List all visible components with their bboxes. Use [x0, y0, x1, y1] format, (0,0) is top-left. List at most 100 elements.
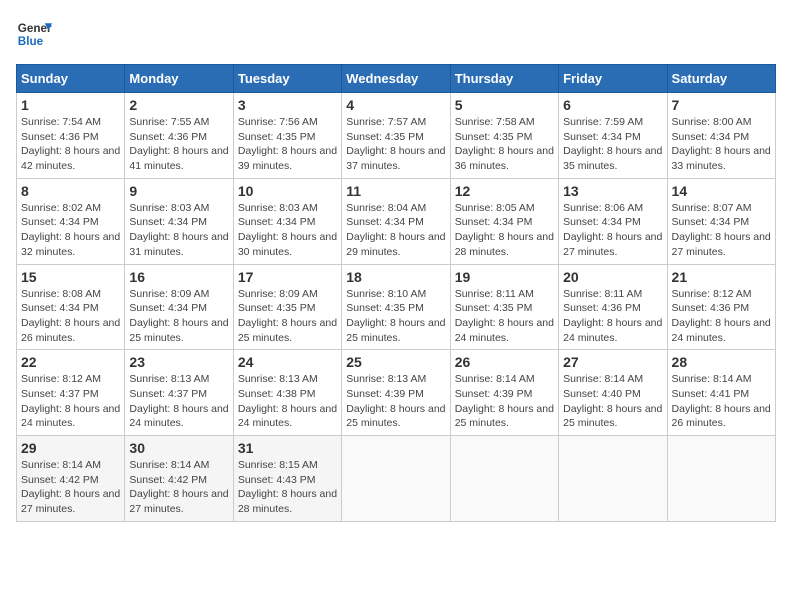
- calendar-day-header: Saturday: [667, 65, 775, 93]
- day-info: Sunrise: 8:03 AMSunset: 4:34 PMDaylight:…: [129, 201, 228, 260]
- day-info: Sunrise: 8:12 AMSunset: 4:37 PMDaylight:…: [21, 372, 120, 431]
- calendar-cell: 28 Sunrise: 8:14 AMSunset: 4:41 PMDayligh…: [667, 350, 775, 436]
- day-info: Sunrise: 8:07 AMSunset: 4:34 PMDaylight:…: [672, 201, 771, 260]
- day-info: Sunrise: 8:13 AMSunset: 4:38 PMDaylight:…: [238, 372, 337, 431]
- day-info: Sunrise: 8:14 AMSunset: 4:40 PMDaylight:…: [563, 372, 662, 431]
- day-number: 17: [238, 269, 337, 285]
- day-number: 2: [129, 97, 228, 113]
- calendar-week-row: 1 Sunrise: 7:54 AMSunset: 4:36 PMDaylight…: [17, 93, 776, 179]
- day-number: 20: [563, 269, 662, 285]
- day-number: 7: [672, 97, 771, 113]
- day-number: 26: [455, 354, 554, 370]
- day-number: 5: [455, 97, 554, 113]
- day-info: Sunrise: 7:54 AMSunset: 4:36 PMDaylight:…: [21, 115, 120, 174]
- day-number: 14: [672, 183, 771, 199]
- calendar-cell: 1 Sunrise: 7:54 AMSunset: 4:36 PMDaylight…: [17, 93, 125, 179]
- calendar-cell: [559, 436, 667, 522]
- calendar-cell: 4 Sunrise: 7:57 AMSunset: 4:35 PMDaylight…: [342, 93, 450, 179]
- day-info: Sunrise: 8:11 AMSunset: 4:35 PMDaylight:…: [455, 287, 554, 346]
- day-info: Sunrise: 8:14 AMSunset: 4:42 PMDaylight:…: [129, 458, 228, 517]
- page-header: General Blue: [16, 16, 776, 52]
- calendar-cell: 27 Sunrise: 8:14 AMSunset: 4:40 PMDayligh…: [559, 350, 667, 436]
- day-number: 30: [129, 440, 228, 456]
- day-number: 15: [21, 269, 120, 285]
- calendar-cell: 24Sunrise: 8:13 AMSunset: 4:38 PMDayligh…: [233, 350, 341, 436]
- day-info: Sunrise: 8:11 AMSunset: 4:36 PMDaylight:…: [563, 287, 662, 346]
- calendar-header-row: SundayMondayTuesdayWednesdayThursdayFrid…: [17, 65, 776, 93]
- day-info: Sunrise: 8:15 AMSunset: 4:43 PMDaylight:…: [238, 458, 337, 517]
- calendar-cell: 29 Sunrise: 8:14 AMSunset: 4:42 PMDayligh…: [17, 436, 125, 522]
- day-info: Sunrise: 8:12 AMSunset: 4:36 PMDaylight:…: [672, 287, 771, 346]
- calendar-cell: 30 Sunrise: 8:14 AMSunset: 4:42 PMDayligh…: [125, 436, 233, 522]
- calendar-cell: 13 Sunrise: 8:06 AMSunset: 4:34 PMDayligh…: [559, 178, 667, 264]
- calendar-week-row: 15 Sunrise: 8:08 AMSunset: 4:34 PMDayligh…: [17, 264, 776, 350]
- day-info: Sunrise: 8:03 AMSunset: 4:34 PMDaylight:…: [238, 201, 337, 260]
- day-info: Sunrise: 7:57 AMSunset: 4:35 PMDaylight:…: [346, 115, 445, 174]
- calendar-cell: [450, 436, 558, 522]
- day-info: Sunrise: 7:58 AMSunset: 4:35 PMDaylight:…: [455, 115, 554, 174]
- calendar-cell: 20 Sunrise: 8:11 AMSunset: 4:36 PMDayligh…: [559, 264, 667, 350]
- day-number: 4: [346, 97, 445, 113]
- calendar-cell: 14 Sunrise: 8:07 AMSunset: 4:34 PMDayligh…: [667, 178, 775, 264]
- calendar-cell: 15 Sunrise: 8:08 AMSunset: 4:34 PMDayligh…: [17, 264, 125, 350]
- day-number: 6: [563, 97, 662, 113]
- day-info: Sunrise: 8:05 AMSunset: 4:34 PMDaylight:…: [455, 201, 554, 260]
- calendar-cell: 7 Sunrise: 8:00 AMSunset: 4:34 PMDaylight…: [667, 93, 775, 179]
- calendar-cell: 10 Sunrise: 8:03 AMSunset: 4:34 PMDayligh…: [233, 178, 341, 264]
- day-info: Sunrise: 8:09 AMSunset: 4:35 PMDaylight:…: [238, 287, 337, 346]
- day-number: 11: [346, 183, 445, 199]
- calendar-day-header: Tuesday: [233, 65, 341, 93]
- calendar-cell: 11 Sunrise: 8:04 AMSunset: 4:34 PMDayligh…: [342, 178, 450, 264]
- calendar-cell: 23Sunrise: 8:13 AMSunset: 4:37 PMDayligh…: [125, 350, 233, 436]
- day-number: 21: [672, 269, 771, 285]
- day-info: Sunrise: 8:14 AMSunset: 4:41 PMDaylight:…: [672, 372, 771, 431]
- day-info: Sunrise: 7:56 AMSunset: 4:35 PMDaylight:…: [238, 115, 337, 174]
- calendar-cell: [667, 436, 775, 522]
- calendar-cell: 6Sunrise: 7:59 AMSunset: 4:34 PMDaylight…: [559, 93, 667, 179]
- calendar-day-header: Wednesday: [342, 65, 450, 93]
- day-info: Sunrise: 8:13 AMSunset: 4:39 PMDaylight:…: [346, 372, 445, 431]
- calendar-cell: [342, 436, 450, 522]
- day-info: Sunrise: 8:10 AMSunset: 4:35 PMDaylight:…: [346, 287, 445, 346]
- logo-icon: General Blue: [16, 16, 52, 52]
- day-number: 18: [346, 269, 445, 285]
- day-info: Sunrise: 8:14 AMSunset: 4:39 PMDaylight:…: [455, 372, 554, 431]
- day-info: Sunrise: 7:55 AMSunset: 4:36 PMDaylight:…: [129, 115, 228, 174]
- day-number: 1: [21, 97, 120, 113]
- day-info: Sunrise: 8:02 AMSunset: 4:34 PMDaylight:…: [21, 201, 120, 260]
- day-number: 29: [21, 440, 120, 456]
- day-number: 27: [563, 354, 662, 370]
- calendar-day-header: Sunday: [17, 65, 125, 93]
- day-info: Sunrise: 8:08 AMSunset: 4:34 PMDaylight:…: [21, 287, 120, 346]
- calendar-cell: 17 Sunrise: 8:09 AMSunset: 4:35 PMDayligh…: [233, 264, 341, 350]
- calendar-day-header: Friday: [559, 65, 667, 93]
- calendar-day-header: Monday: [125, 65, 233, 93]
- calendar-cell: 12 Sunrise: 8:05 AMSunset: 4:34 PMDayligh…: [450, 178, 558, 264]
- day-info: Sunrise: 8:04 AMSunset: 4:34 PMDaylight:…: [346, 201, 445, 260]
- day-info: Sunrise: 8:06 AMSunset: 4:34 PMDaylight:…: [563, 201, 662, 260]
- day-info: Sunrise: 8:00 AMSunset: 4:34 PMDaylight:…: [672, 115, 771, 174]
- day-number: 19: [455, 269, 554, 285]
- day-number: 9: [129, 183, 228, 199]
- calendar-cell: 2 Sunrise: 7:55 AMSunset: 4:36 PMDaylight…: [125, 93, 233, 179]
- calendar-cell: 26 Sunrise: 8:14 AMSunset: 4:39 PMDayligh…: [450, 350, 558, 436]
- calendar-cell: 21 Sunrise: 8:12 AMSunset: 4:36 PMDayligh…: [667, 264, 775, 350]
- day-number: 12: [455, 183, 554, 199]
- calendar-cell: 19 Sunrise: 8:11 AMSunset: 4:35 PMDayligh…: [450, 264, 558, 350]
- svg-text:Blue: Blue: [18, 35, 44, 48]
- day-number: 25: [346, 354, 445, 370]
- day-number: 28: [672, 354, 771, 370]
- day-number: 16: [129, 269, 228, 285]
- calendar-cell: 3Sunrise: 7:56 AMSunset: 4:35 PMDaylight…: [233, 93, 341, 179]
- calendar-week-row: 22Sunrise: 8:12 AMSunset: 4:37 PMDayligh…: [17, 350, 776, 436]
- day-number: 10: [238, 183, 337, 199]
- day-number: 13: [563, 183, 662, 199]
- day-info: Sunrise: 8:14 AMSunset: 4:42 PMDaylight:…: [21, 458, 120, 517]
- calendar-week-row: 29 Sunrise: 8:14 AMSunset: 4:42 PMDayligh…: [17, 436, 776, 522]
- logo: General Blue: [16, 16, 52, 52]
- day-number: 31: [238, 440, 337, 456]
- calendar-cell: 8Sunrise: 8:02 AMSunset: 4:34 PMDaylight…: [17, 178, 125, 264]
- calendar-cell: 31 Sunrise: 8:15 AMSunset: 4:43 PMDayligh…: [233, 436, 341, 522]
- calendar-day-header: Thursday: [450, 65, 558, 93]
- calendar-cell: 18 Sunrise: 8:10 AMSunset: 4:35 PMDayligh…: [342, 264, 450, 350]
